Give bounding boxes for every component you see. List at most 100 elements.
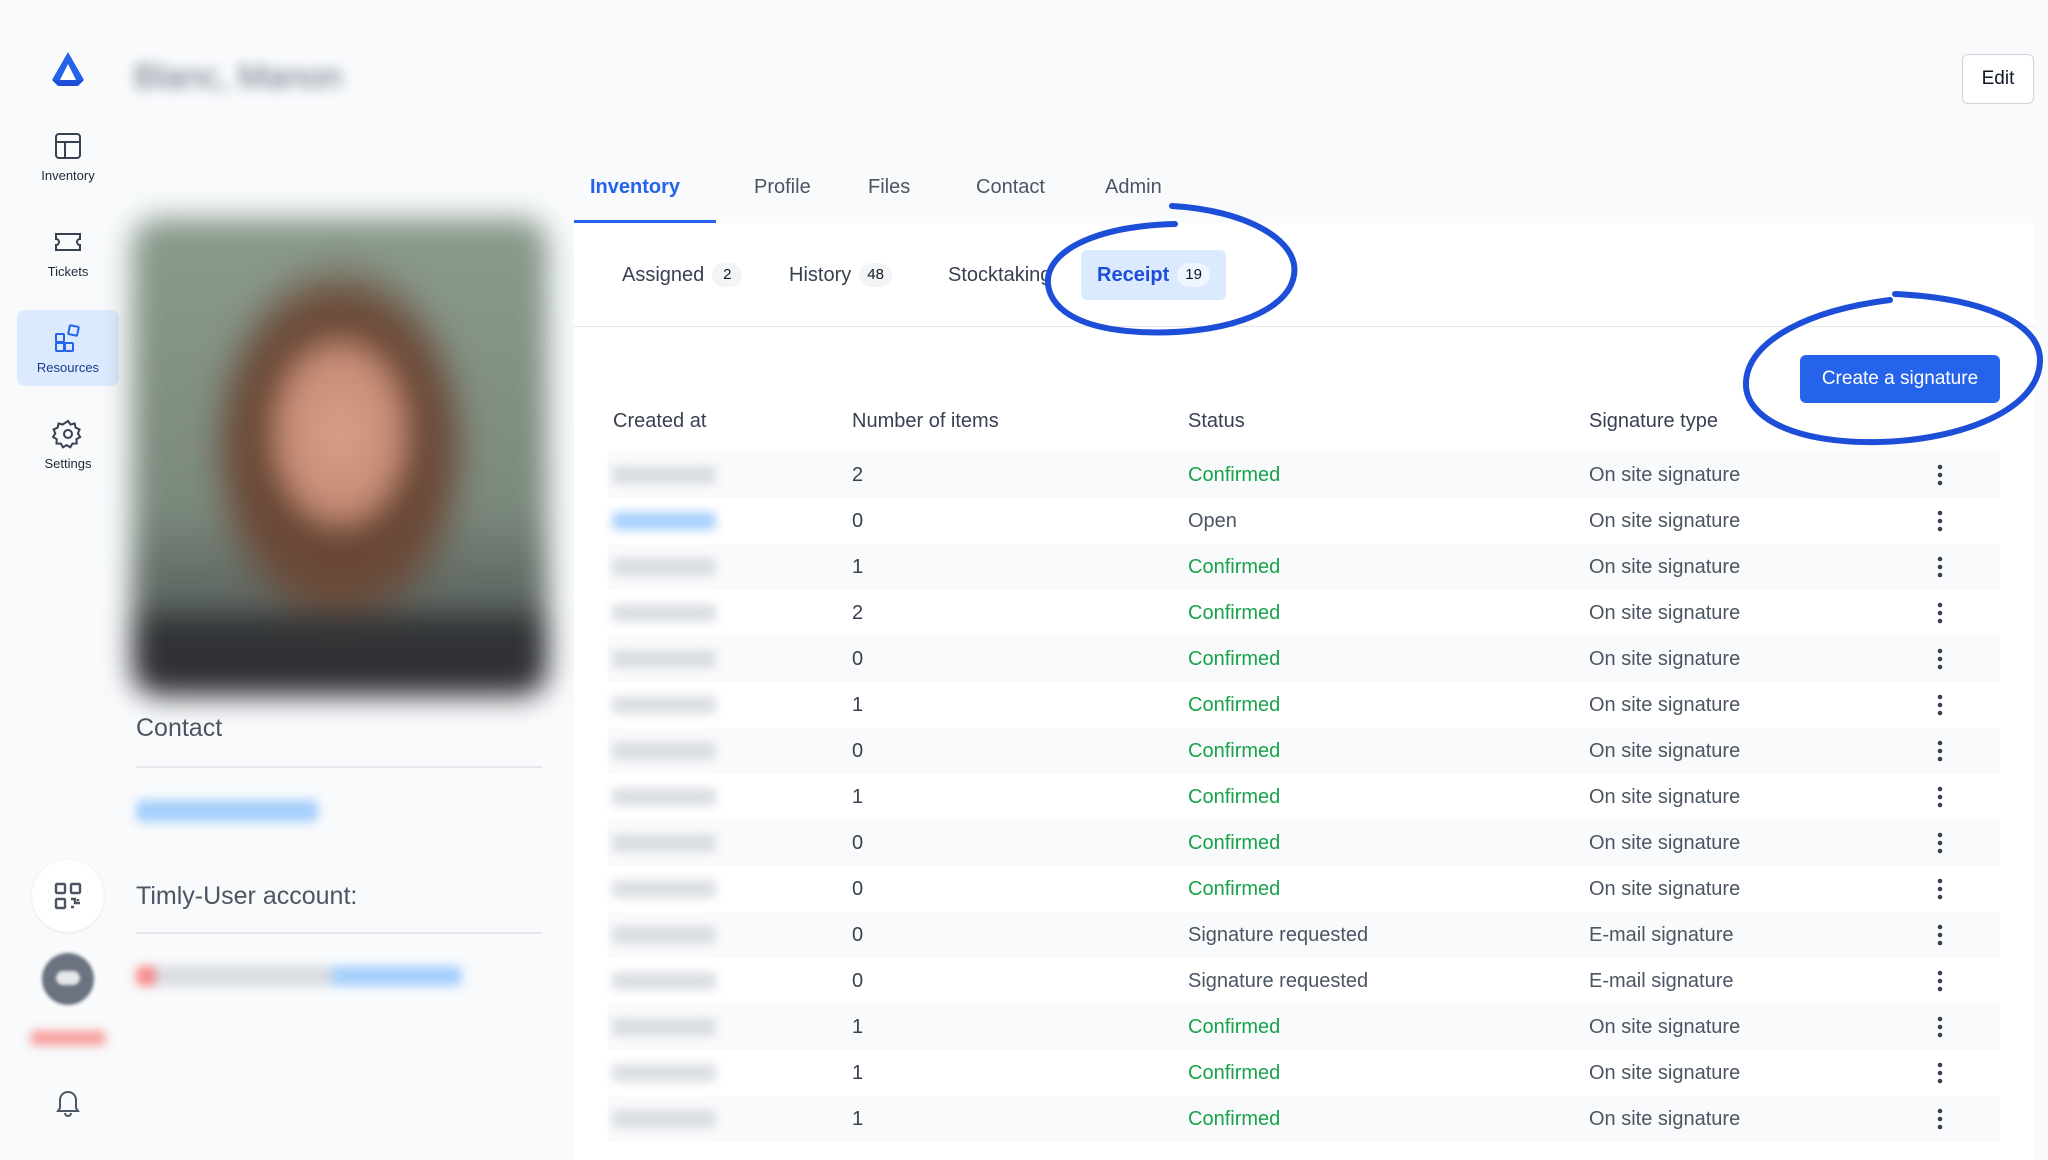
- more-vertical-icon: [1937, 1062, 1943, 1084]
- table-row[interactable]: 0 Confirmed On site signature: [608, 866, 2000, 912]
- redacted-created-at: [612, 558, 716, 576]
- more-vertical-icon: [1937, 694, 1943, 716]
- status-text: Open: [1188, 510, 1237, 532]
- redacted-created-at: [612, 466, 716, 484]
- column-header-created-at[interactable]: Created at: [613, 410, 706, 433]
- user-avatar[interactable]: [42, 953, 94, 1005]
- signature-type: On site signature: [1589, 786, 1741, 808]
- sidebar-item-label: Tickets: [47, 263, 89, 279]
- subtab-history[interactable]: History 48: [789, 250, 892, 300]
- table-row[interactable]: 2 Confirmed On site signature: [608, 590, 2000, 636]
- status-text: Confirmed: [1188, 1062, 1281, 1084]
- redacted-created-at: [612, 1018, 716, 1036]
- more-vertical-icon: [1937, 602, 1943, 624]
- row-actions-button[interactable]: [1926, 690, 1954, 720]
- tab-contact[interactable]: Contact: [976, 176, 1045, 199]
- row-actions-button[interactable]: [1926, 552, 1954, 582]
- status-text: Confirmed: [1188, 740, 1281, 762]
- table-row[interactable]: 1 Confirmed On site signature: [608, 544, 2000, 590]
- column-header-signature-type[interactable]: Signature type: [1589, 410, 1718, 433]
- signature-type: On site signature: [1589, 694, 1741, 716]
- sidebar-item-label: Resources: [36, 359, 100, 375]
- row-actions-button[interactable]: [1926, 828, 1954, 858]
- tab-admin[interactable]: Admin: [1105, 176, 1162, 199]
- more-vertical-icon: [1937, 1016, 1943, 1038]
- number-of-items: 1: [852, 1108, 864, 1130]
- redacted-created-at[interactable]: [612, 512, 716, 530]
- table-row[interactable]: 0 Signature requested E-mail signature: [608, 958, 2000, 1004]
- more-vertical-icon: [1937, 832, 1943, 854]
- number-of-items: 1: [852, 694, 864, 716]
- more-vertical-icon: [1937, 1108, 1943, 1130]
- tab-inventory[interactable]: Inventory: [590, 176, 680, 199]
- row-actions-button[interactable]: [1926, 782, 1954, 812]
- signature-type: On site signature: [1589, 1108, 1741, 1130]
- column-header-number-of-items[interactable]: Number of items: [852, 410, 999, 433]
- status-text: Confirmed: [1188, 832, 1281, 854]
- subtab-receipt[interactable]: Receipt 19: [1081, 250, 1226, 300]
- signature-type: E-mail signature: [1589, 924, 1734, 946]
- redacted-created-at: [612, 1110, 716, 1128]
- status-text: Confirmed: [1188, 648, 1281, 670]
- number-of-items: 1: [852, 1062, 864, 1084]
- row-actions-button[interactable]: [1926, 1104, 1954, 1134]
- redacted-created-at: [612, 788, 716, 806]
- number-of-items: 2: [852, 602, 864, 624]
- row-actions-button[interactable]: [1926, 874, 1954, 904]
- table-row[interactable]: 0 Confirmed On site signature: [608, 636, 2000, 682]
- number-of-items: 0: [852, 510, 864, 532]
- redacted-email-link[interactable]: [136, 800, 318, 822]
- status-text: Confirmed: [1188, 786, 1281, 808]
- edit-button[interactable]: Edit: [1962, 54, 2034, 104]
- app-logo-icon[interactable]: [48, 50, 88, 88]
- bell-icon[interactable]: [52, 1086, 84, 1118]
- signature-type: On site signature: [1589, 556, 1741, 578]
- account-section-title: Timly-User account:: [136, 882, 358, 910]
- table-row[interactable]: 1 Confirmed On site signature: [608, 1004, 2000, 1050]
- redacted-created-at: [612, 650, 716, 668]
- table-row[interactable]: 1 Confirmed On site signature: [608, 774, 2000, 820]
- table-row[interactable]: 1 Confirmed On site signature: [608, 1096, 2000, 1142]
- status-text: Confirmed: [1188, 464, 1281, 486]
- sidebar-item-settings[interactable]: Settings: [17, 406, 119, 482]
- table-row[interactable]: 0 Signature requested E-mail signature: [608, 912, 2000, 958]
- subtab-label: Stocktaking: [948, 263, 1052, 286]
- signature-type: On site signature: [1589, 1016, 1741, 1038]
- row-actions-button[interactable]: [1926, 1058, 1954, 1088]
- qr-code-button[interactable]: [32, 860, 104, 932]
- more-vertical-icon: [1937, 924, 1943, 946]
- more-vertical-icon: [1937, 556, 1943, 578]
- profile-photo: [132, 218, 548, 696]
- create-signature-button[interactable]: Create a signature: [1800, 355, 2000, 403]
- redacted-created-at: [612, 742, 716, 760]
- tab-profile[interactable]: Profile: [754, 176, 811, 199]
- row-actions-button[interactable]: [1926, 598, 1954, 628]
- table-row[interactable]: 0 Confirmed On site signature: [608, 728, 2000, 774]
- row-actions-button[interactable]: [1926, 1012, 1954, 1042]
- sidebar-item-tickets[interactable]: Tickets: [17, 214, 119, 290]
- signature-type: On site signature: [1589, 878, 1741, 900]
- row-actions-button[interactable]: [1926, 736, 1954, 766]
- table-row[interactable]: 1 Confirmed On site signature: [608, 682, 2000, 728]
- column-header-status[interactable]: Status: [1188, 410, 1245, 433]
- table-row[interactable]: 0 Open On site signature: [608, 498, 2000, 544]
- subtab-assigned[interactable]: Assigned 2: [622, 250, 743, 300]
- page-title: Blanc, Manon: [134, 58, 342, 96]
- signature-type: On site signature: [1589, 602, 1741, 624]
- redacted-created-at: [612, 1064, 716, 1082]
- sidebar-item-resources[interactable]: Resources: [17, 310, 119, 386]
- row-actions-button[interactable]: [1926, 460, 1954, 490]
- row-actions-button[interactable]: [1926, 966, 1954, 996]
- row-actions-button[interactable]: [1926, 644, 1954, 674]
- inventory-icon: [55, 132, 81, 159]
- sidebar-item-inventory[interactable]: Inventory: [17, 118, 119, 194]
- table-row[interactable]: 0 Confirmed On site signature: [608, 820, 2000, 866]
- table-row[interactable]: 1 Confirmed On site signature: [608, 1050, 2000, 1096]
- row-actions-button[interactable]: [1926, 920, 1954, 950]
- table-row[interactable]: 2 Confirmed On site signature: [608, 452, 2000, 498]
- row-actions-button[interactable]: [1926, 506, 1954, 536]
- status-text: Confirmed: [1188, 1108, 1281, 1130]
- status-text: Confirmed: [1188, 694, 1281, 716]
- tab-files[interactable]: Files: [868, 176, 910, 199]
- subtab-stocktaking[interactable]: Stocktaking: [948, 250, 1051, 300]
